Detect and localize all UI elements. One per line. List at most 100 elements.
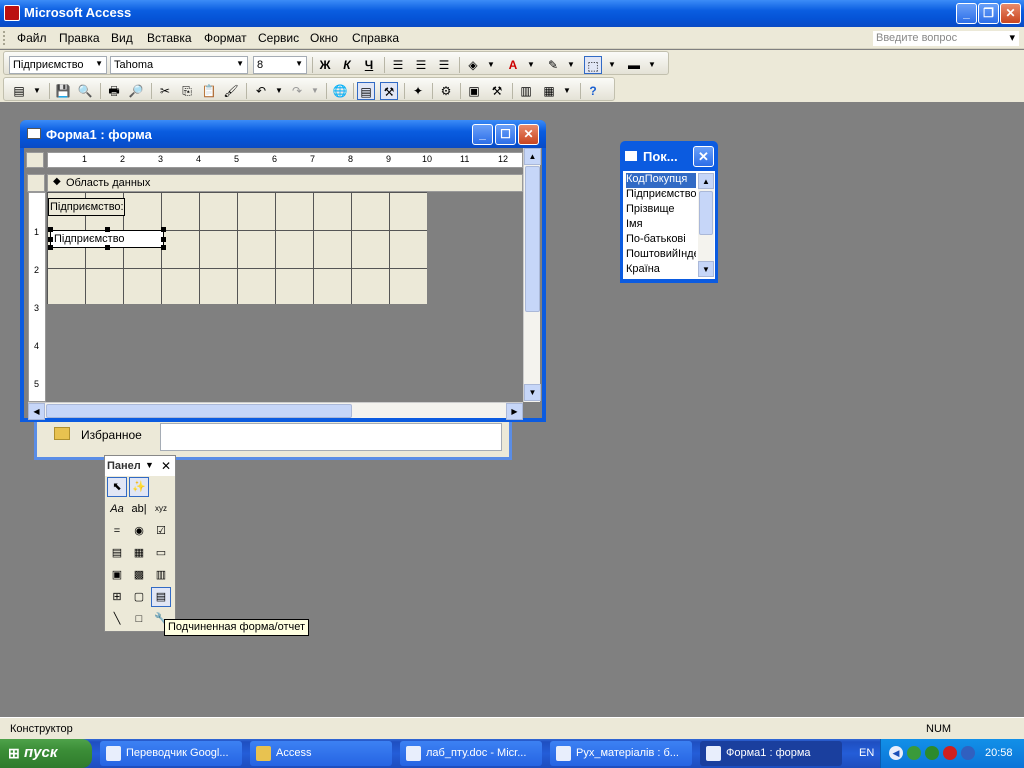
toolbox-titlebar[interactable]: Панел ▼ ✕ <box>105 456 175 476</box>
search-icon[interactable]: 🔍 <box>76 82 94 100</box>
taskbar-button[interactable]: Рух_матеріалів : б... <box>550 741 692 766</box>
scroll-up-icon[interactable]: ▲ <box>524 148 541 165</box>
copy-icon[interactable]: ⎘ <box>178 82 196 100</box>
help-icon[interactable]: ? <box>584 82 602 100</box>
undo-icon[interactable]: ↶ <box>252 82 270 100</box>
properties-icon[interactable]: ▣ <box>465 82 483 100</box>
form-selector[interactable] <box>26 152 44 168</box>
section-selector[interactable] <box>27 174 45 192</box>
menu-insert[interactable]: Вставка <box>147 31 192 45</box>
field-item[interactable]: Імя <box>626 218 696 233</box>
command-button-tool[interactable]: ▭ <box>151 543 171 563</box>
unbound-object-frame-tool[interactable]: ▩ <box>129 565 149 585</box>
vertical-scrollbar[interactable]: ▲ ▼ <box>523 148 541 402</box>
chevron-down-icon[interactable]: ▼ <box>558 82 576 100</box>
menu-tools[interactable]: Сервис <box>258 31 299 45</box>
print-icon[interactable]: 🖶 <box>105 82 123 100</box>
chevron-down-icon[interactable]: ▼ <box>603 56 621 74</box>
menu-file[interactable]: Файл <box>17 31 47 45</box>
network-icon[interactable] <box>907 746 921 760</box>
border-style-icon[interactable]: ⬚ <box>584 56 602 74</box>
menubar-grip[interactable] <box>3 31 6 45</box>
field-item[interactable]: Прізвище <box>626 203 696 218</box>
scroll-right-icon[interactable]: ▶ <box>506 403 523 420</box>
rectangle-tool[interactable]: □ <box>129 609 149 629</box>
resize-handle[interactable] <box>105 227 110 232</box>
ask-question-box[interactable]: Введите вопрос ▾ <box>872 30 1020 47</box>
line-width-icon[interactable]: ▬ <box>625 56 643 74</box>
chevron-down-icon[interactable]: ▼ <box>482 56 500 74</box>
textbox-tool[interactable]: ab| <box>129 499 149 519</box>
field-item[interactable]: Країна <box>626 263 696 278</box>
resize-handle[interactable] <box>161 227 166 232</box>
field-item[interactable]: По-батькові <box>626 233 696 248</box>
align-center-icon[interactable]: ☰ <box>412 56 430 74</box>
scroll-thumb[interactable] <box>699 191 713 235</box>
update-icon[interactable] <box>925 746 939 760</box>
field-item[interactable]: Підприємство <box>626 188 696 203</box>
paste-icon[interactable]: 📋 <box>200 82 218 100</box>
database-object-list[interactable] <box>160 423 502 451</box>
field-list-close-button[interactable]: ✕ <box>693 146 714 167</box>
menu-view[interactable]: Вид <box>111 31 133 45</box>
label-tool[interactable]: Aa <box>107 499 127 519</box>
font-size-select[interactable]: 8 ▼ <box>253 56 307 74</box>
favorites-group[interactable]: Избранное <box>40 423 158 447</box>
field-list-window[interactable]: Пок... ✕ КодПокупця Підприємство Прізвищ… <box>620 141 718 283</box>
underline-button[interactable]: Ч <box>360 56 378 74</box>
resize-handle[interactable] <box>48 245 53 250</box>
chevron-down-icon[interactable]: ▼ <box>270 82 288 100</box>
field-list-titlebar[interactable]: Пок... ✕ <box>620 141 718 171</box>
taskbar-button-active[interactable]: Форма1 : форма <box>700 741 842 766</box>
field-item[interactable]: ПоштовийІндекс <box>626 248 696 263</box>
close-button[interactable]: ✕ <box>1000 3 1021 24</box>
field-list-icon[interactable]: ▤ <box>357 82 375 100</box>
checkbox-tool[interactable]: ☑ <box>151 521 171 541</box>
tab-control-tool[interactable]: ▢ <box>129 587 149 607</box>
autoformat-icon[interactable]: ✦ <box>409 82 427 100</box>
detail-section-header[interactable]: ◆ Область данных <box>27 174 523 192</box>
subform-tool[interactable]: ▤ <box>151 587 171 607</box>
scroll-down-icon[interactable]: ▼ <box>698 261 714 277</box>
font-select[interactable]: Tahoma ▼ <box>110 56 248 74</box>
database-window-icon[interactable]: ▥ <box>517 82 535 100</box>
vertical-ruler[interactable]: 1 2 3 4 5 <box>28 192 46 402</box>
form-design-window[interactable]: Форма1 : форма _ ☐ ✕ 1 2 3 4 5 6 7 8 9 1… <box>20 120 546 422</box>
redo-icon[interactable]: ↷ <box>288 82 306 100</box>
scroll-thumb[interactable] <box>525 166 540 312</box>
chevron-down-icon[interactable]: ▼ <box>522 56 540 74</box>
cut-icon[interactable]: ✂ <box>156 82 174 100</box>
resize-handle[interactable] <box>161 237 166 242</box>
bound-object-frame-tool[interactable]: ▥ <box>151 565 171 585</box>
option-group-tool[interactable]: xyz <box>151 499 171 519</box>
menu-edit[interactable]: Правка <box>59 31 100 45</box>
italic-button[interactable]: К <box>338 56 356 74</box>
chevron-down-icon[interactable]: ▼ <box>306 82 324 100</box>
save-icon[interactable]: 💾 <box>54 82 72 100</box>
toolbox-icon[interactable]: ⚒ <box>380 82 398 100</box>
form-minimize-button[interactable]: _ <box>472 124 493 145</box>
align-right-icon[interactable]: ☰ <box>435 56 453 74</box>
chevron-down-icon[interactable]: ▼ <box>562 56 580 74</box>
resize-handle[interactable] <box>48 227 53 232</box>
object-select[interactable]: Підприємство ▼ <box>9 56 107 74</box>
new-object-icon[interactable]: ▦ <box>540 82 558 100</box>
image-tool[interactable]: ▣ <box>107 565 127 585</box>
line-tool[interactable]: ╲ <box>107 609 127 629</box>
scroll-left-icon[interactable]: ◀ <box>28 403 45 420</box>
taskbar-button[interactable]: Access <box>250 741 392 766</box>
field-list-scrollbar[interactable]: ▲ ▼ <box>698 173 714 277</box>
toolbox-panel[interactable]: Панел ▼ ✕ ⬉ ✨ Aa ab| xyz = ◉ ☑ ▤ ▦ ▭ ▣ ▩… <box>104 455 176 632</box>
option-button-tool[interactable]: ◉ <box>129 521 149 541</box>
flag-icon[interactable] <box>961 746 975 760</box>
taskbar-button[interactable]: лаб_пту.doc - Micr... <box>400 741 542 766</box>
hyperlink-icon[interactable]: 🌐 <box>331 82 349 100</box>
list-box-tool[interactable]: ▦ <box>129 543 149 563</box>
fill-color-icon[interactable]: ◈ <box>464 56 482 74</box>
page-break-tool[interactable]: ⊞ <box>107 587 127 607</box>
minimize-button[interactable]: _ <box>956 3 977 24</box>
horizontal-scrollbar[interactable]: ◀ ▶ <box>28 402 523 420</box>
menu-help[interactable]: Справка <box>352 31 399 45</box>
back-arrow-icon[interactable]: ◀ <box>889 746 903 760</box>
security-icon[interactable] <box>943 746 957 760</box>
